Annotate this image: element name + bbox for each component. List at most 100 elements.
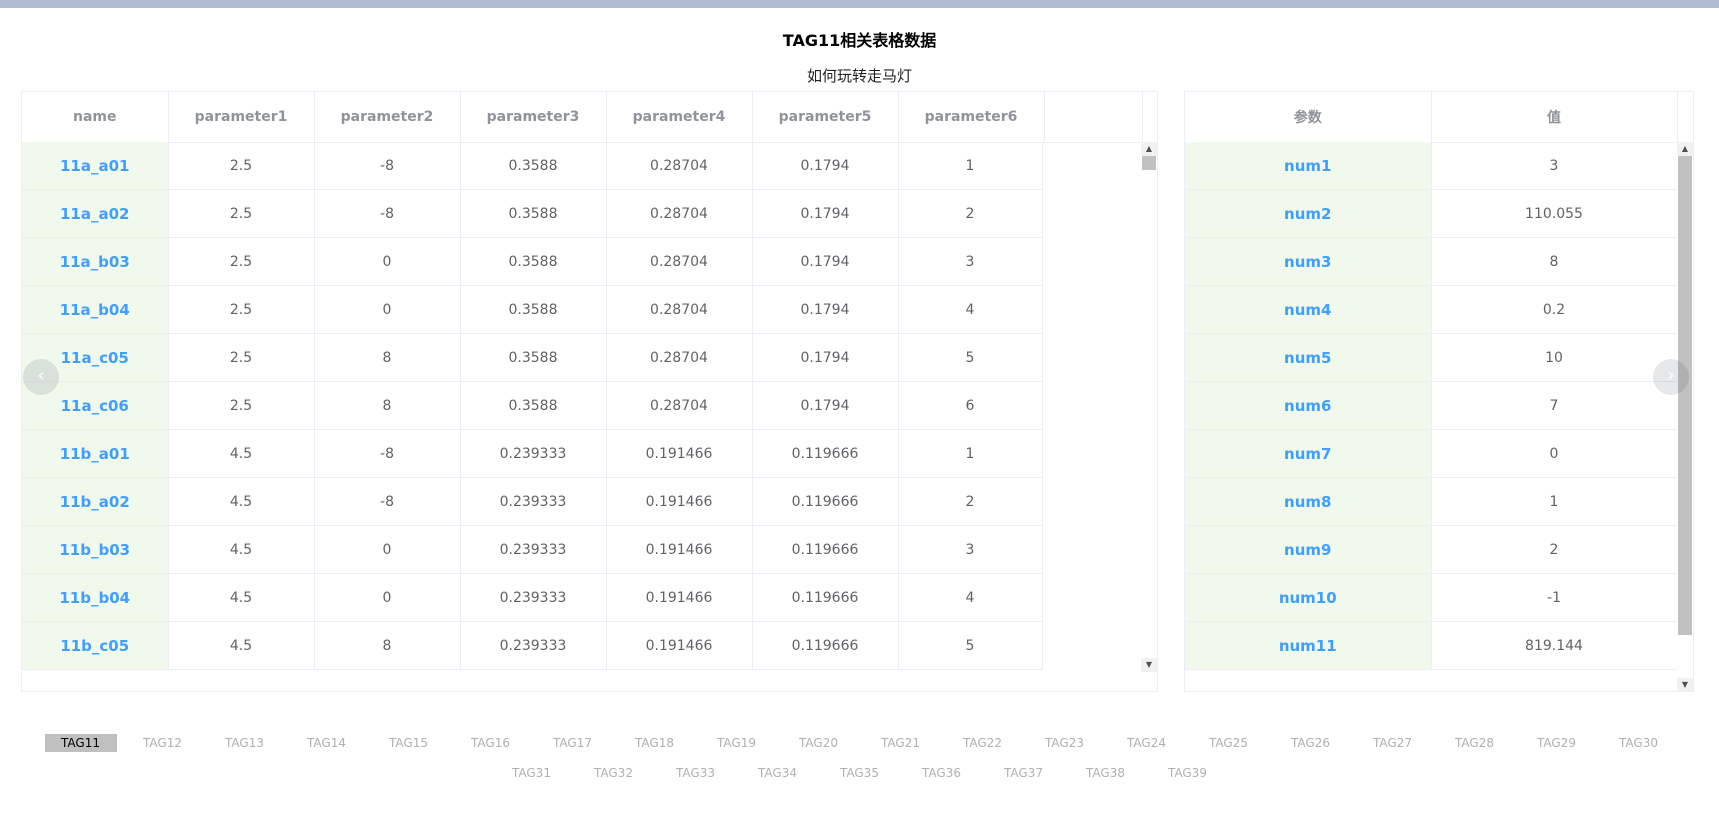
tag-indicator-tag16[interactable]: TAG16 <box>455 734 527 752</box>
tag-indicator-tag38[interactable]: TAG38 <box>1070 764 1142 782</box>
table-row[interactable]: 11a_a01 2.5 -8 0.3588 0.28704 0.1794 1 <box>22 142 1043 190</box>
scroll-up-arrow-icon[interactable]: ▲ <box>1677 142 1693 156</box>
scrollbar-thumb[interactable] <box>1678 156 1692 635</box>
carousel-next-icon[interactable]: › <box>1653 359 1689 395</box>
scrollbar-thumb[interactable] <box>1142 156 1156 170</box>
side-table-scrollbar[interactable]: ▲ ▼ <box>1677 142 1693 691</box>
scroll-down-arrow-icon[interactable]: ▼ <box>1677 678 1693 691</box>
tag-indicator-tag11[interactable]: TAG11 <box>44 734 117 752</box>
table-row[interactable]: num3 8 <box>1185 237 1677 286</box>
tag-indicator-tag37[interactable]: TAG37 <box>988 764 1060 782</box>
tag-indicator-tag20[interactable]: TAG20 <box>783 734 855 752</box>
table-cell: 0.191466 <box>606 573 753 622</box>
table-row[interactable]: num2 110.055 <box>1185 189 1677 238</box>
table-row[interactable]: 11b_b04 4.5 0 0.239333 0.191466 0.119666 4 <box>22 573 1043 622</box>
row-name-cell[interactable]: 11a_b03 <box>22 237 169 286</box>
tag-indicator-tag31[interactable]: TAG31 <box>496 764 568 782</box>
tag-indicator-tag24[interactable]: TAG24 <box>1111 734 1183 752</box>
table-row[interactable]: num5 10 <box>1185 333 1677 382</box>
tag-indicator-tag35[interactable]: TAG35 <box>824 764 896 782</box>
table-cell: 0.3588 <box>460 285 607 334</box>
tag-indicator-tag18[interactable]: TAG18 <box>619 734 691 752</box>
row-name-cell[interactable]: num8 <box>1185 477 1432 526</box>
tag-indicator-tag22[interactable]: TAG22 <box>947 734 1019 752</box>
tag-indicator-tag27[interactable]: TAG27 <box>1357 734 1429 752</box>
table-cell: 5 <box>898 621 1043 670</box>
tag-indicator-tag34[interactable]: TAG34 <box>742 764 814 782</box>
tag-indicator-tag33[interactable]: TAG33 <box>660 764 732 782</box>
row-name-cell[interactable]: 11b_a02 <box>22 477 169 526</box>
table-cell: 8 <box>314 381 461 430</box>
table-row[interactable]: num9 2 <box>1185 525 1677 574</box>
table-row[interactable]: 11b_b03 4.5 0 0.239333 0.191466 0.119666 3 <box>22 525 1043 574</box>
tag-indicator-tag15[interactable]: TAG15 <box>373 734 445 752</box>
table-cell: 0.119666 <box>752 621 899 670</box>
table-cell: 0.28704 <box>606 381 753 430</box>
tag-indicator-tag32[interactable]: TAG32 <box>578 764 650 782</box>
tag-indicator-tag19[interactable]: TAG19 <box>701 734 773 752</box>
row-name-cell[interactable]: num6 <box>1185 381 1432 430</box>
table-row[interactable]: num6 7 <box>1185 381 1677 430</box>
main-table-body[interactable]: 11a_a01 2.5 -8 0.3588 0.28704 0.1794 1 11a_a02 2… <box>22 142 1142 672</box>
tag-indicator-tag26[interactable]: TAG26 <box>1275 734 1347 752</box>
carousel-prev-icon[interactable]: ‹ <box>23 359 59 395</box>
table-row[interactable]: num7 0 <box>1185 429 1677 478</box>
table-row[interactable]: 11a_c05 2.5 8 0.3588 0.28704 0.1794 5 <box>22 333 1043 382</box>
tag-indicator-tag39[interactable]: TAG39 <box>1152 764 1224 782</box>
scroll-down-arrow-icon[interactable]: ▼ <box>1141 658 1157 672</box>
row-name-cell[interactable]: 11a_a01 <box>22 142 169 190</box>
table-row[interactable]: num4 0.2 <box>1185 285 1677 334</box>
tag-indicator-tag25[interactable]: TAG25 <box>1193 734 1265 752</box>
table-row[interactable]: num1 3 <box>1185 142 1677 190</box>
tag-indicator-tag21[interactable]: TAG21 <box>865 734 937 752</box>
table-cell: 2.5 <box>168 237 315 286</box>
tag-indicator-tag23[interactable]: TAG23 <box>1029 734 1101 752</box>
table-cell: 0.239333 <box>460 525 607 574</box>
tag-indicator-tag36[interactable]: TAG36 <box>906 764 978 782</box>
row-name-cell[interactable]: 11a_b04 <box>22 285 169 334</box>
row-name-cell[interactable]: 11b_b04 <box>22 573 169 622</box>
table-cell: 0.119666 <box>752 573 899 622</box>
scroll-up-arrow-icon[interactable]: ▲ <box>1141 142 1157 156</box>
table-row[interactable]: 11a_a02 2.5 -8 0.3588 0.28704 0.1794 2 <box>22 189 1043 238</box>
table-cell: 0.28704 <box>606 237 753 286</box>
row-name-cell[interactable]: num9 <box>1185 525 1432 574</box>
table-row[interactable]: 11b_c05 4.5 8 0.239333 0.191466 0.119666 5 <box>22 621 1043 670</box>
row-name-cell[interactable]: num3 <box>1185 237 1432 286</box>
row-name-cell[interactable]: num7 <box>1185 429 1432 478</box>
row-name-cell[interactable]: num4 <box>1185 285 1432 334</box>
table-cell: 2 <box>898 189 1043 238</box>
row-name-cell[interactable]: num10 <box>1185 573 1432 622</box>
table-row[interactable]: 11a_b03 2.5 0 0.3588 0.28704 0.1794 3 <box>22 237 1043 286</box>
tag-indicator-tag28[interactable]: TAG28 <box>1439 734 1511 752</box>
table-row[interactable]: num11 819.144 <box>1185 621 1677 670</box>
table-row[interactable]: num8 1 <box>1185 477 1677 526</box>
table-row[interactable]: 11a_c06 2.5 8 0.3588 0.28704 0.1794 6 <box>22 381 1043 430</box>
tag-indicator-tag29[interactable]: TAG29 <box>1521 734 1593 752</box>
main-table-scrollbar[interactable]: ▲ ▼ <box>1141 142 1157 672</box>
table-cell: 0.1794 <box>752 142 899 190</box>
row-name-cell[interactable]: 11a_a02 <box>22 189 169 238</box>
table-cell: 4 <box>898 573 1043 622</box>
tag-indicator-tag13[interactable]: TAG13 <box>209 734 281 752</box>
table-cell: 0.3588 <box>460 333 607 382</box>
row-name-cell[interactable]: num2 <box>1185 189 1432 238</box>
table-row[interactable]: 11b_a02 4.5 -8 0.239333 0.191466 0.119666 2 <box>22 477 1043 526</box>
table-row[interactable]: num10 -1 <box>1185 573 1677 622</box>
row-name-cell[interactable]: num5 <box>1185 333 1432 382</box>
tag-indicator-tag17[interactable]: TAG17 <box>537 734 609 752</box>
row-name-cell[interactable]: 11b_a01 <box>22 429 169 478</box>
row-name-cell[interactable]: 11b_c05 <box>22 621 169 670</box>
tag-indicator-tag14[interactable]: TAG14 <box>291 734 363 752</box>
side-table-body[interactable]: num1 3 num2 110.055 num3 8 num4 0.2 num5 10 num6 7 n… <box>1185 142 1677 691</box>
tag-indicator-tag12[interactable]: TAG12 <box>127 734 199 752</box>
table-row[interactable]: 11b_a01 4.5 -8 0.239333 0.191466 0.119666 1 <box>22 429 1043 478</box>
row-name-cell[interactable]: num1 <box>1185 142 1432 190</box>
row-name-cell[interactable]: num11 <box>1185 621 1432 670</box>
tag-indicator-tag30[interactable]: TAG30 <box>1603 734 1675 752</box>
table-cell: 0.28704 <box>606 189 753 238</box>
row-name-cell[interactable]: 11b_b03 <box>22 525 169 574</box>
table-row[interactable]: 11a_b04 2.5 0 0.3588 0.28704 0.1794 4 <box>22 285 1043 334</box>
table-cell: 110.055 <box>1431 189 1677 238</box>
table-cell: 0.3588 <box>460 381 607 430</box>
